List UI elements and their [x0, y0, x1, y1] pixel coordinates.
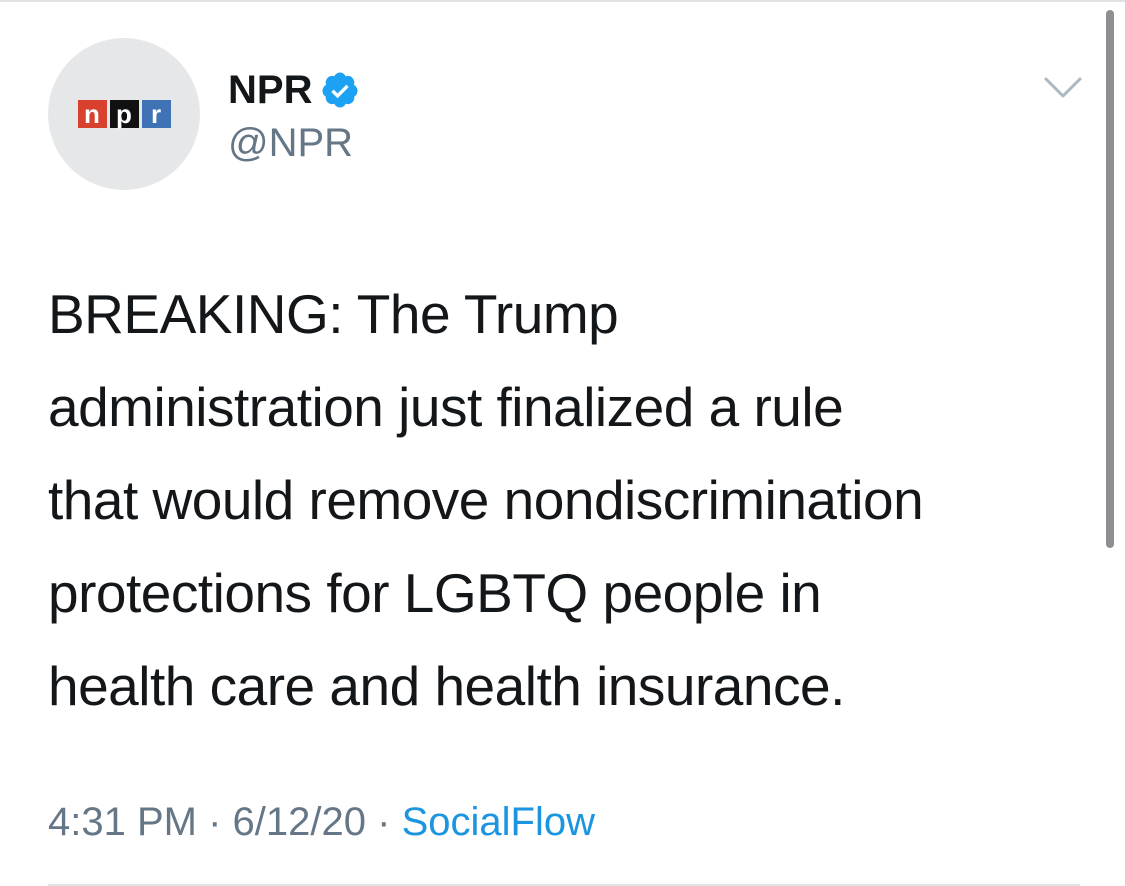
- author-handle[interactable]: @NPR: [228, 121, 353, 165]
- meta-separator: ·: [208, 800, 233, 844]
- tweet-time[interactable]: 4:31 PM: [48, 800, 197, 844]
- author-name-row[interactable]: NPR: [228, 68, 360, 112]
- tweet-text-line: administration just finalized a rule: [48, 376, 844, 438]
- tweet-text-line: BREAKING: The Trump: [48, 283, 619, 345]
- avatar[interactable]: n p r: [48, 38, 200, 190]
- display-name[interactable]: NPR: [228, 68, 312, 112]
- tweet-date[interactable]: 6/12/20: [233, 800, 366, 844]
- tweet-source-link[interactable]: SocialFlow: [402, 800, 595, 844]
- tweet-metadata: 4:31 PM · 6/12/20 · SocialFlow: [48, 798, 595, 846]
- logo-letter-p: p: [109, 100, 139, 128]
- scrollbar[interactable]: [1106, 10, 1114, 548]
- tweet-text: BREAKING: The Trump administration just …: [48, 268, 1088, 733]
- tweet-text-line: protections for LGBTQ people in: [48, 562, 822, 624]
- tweet-text-line: health care and health insurance.: [48, 655, 845, 717]
- logo-letter-r: r: [141, 100, 171, 128]
- meta-separator: ·: [377, 800, 402, 844]
- chevron-down-icon[interactable]: [1043, 75, 1083, 101]
- tweet-text-line: that would remove nondiscrimination: [48, 469, 924, 531]
- logo-letter-n: n: [77, 100, 107, 128]
- tweet-detail: n p r NPR @NPR BREAKING: The Trump admin…: [0, 0, 1125, 886]
- verified-badge-icon: [322, 72, 358, 108]
- npr-logo: n p r: [77, 100, 171, 128]
- top-divider: [0, 0, 1125, 2]
